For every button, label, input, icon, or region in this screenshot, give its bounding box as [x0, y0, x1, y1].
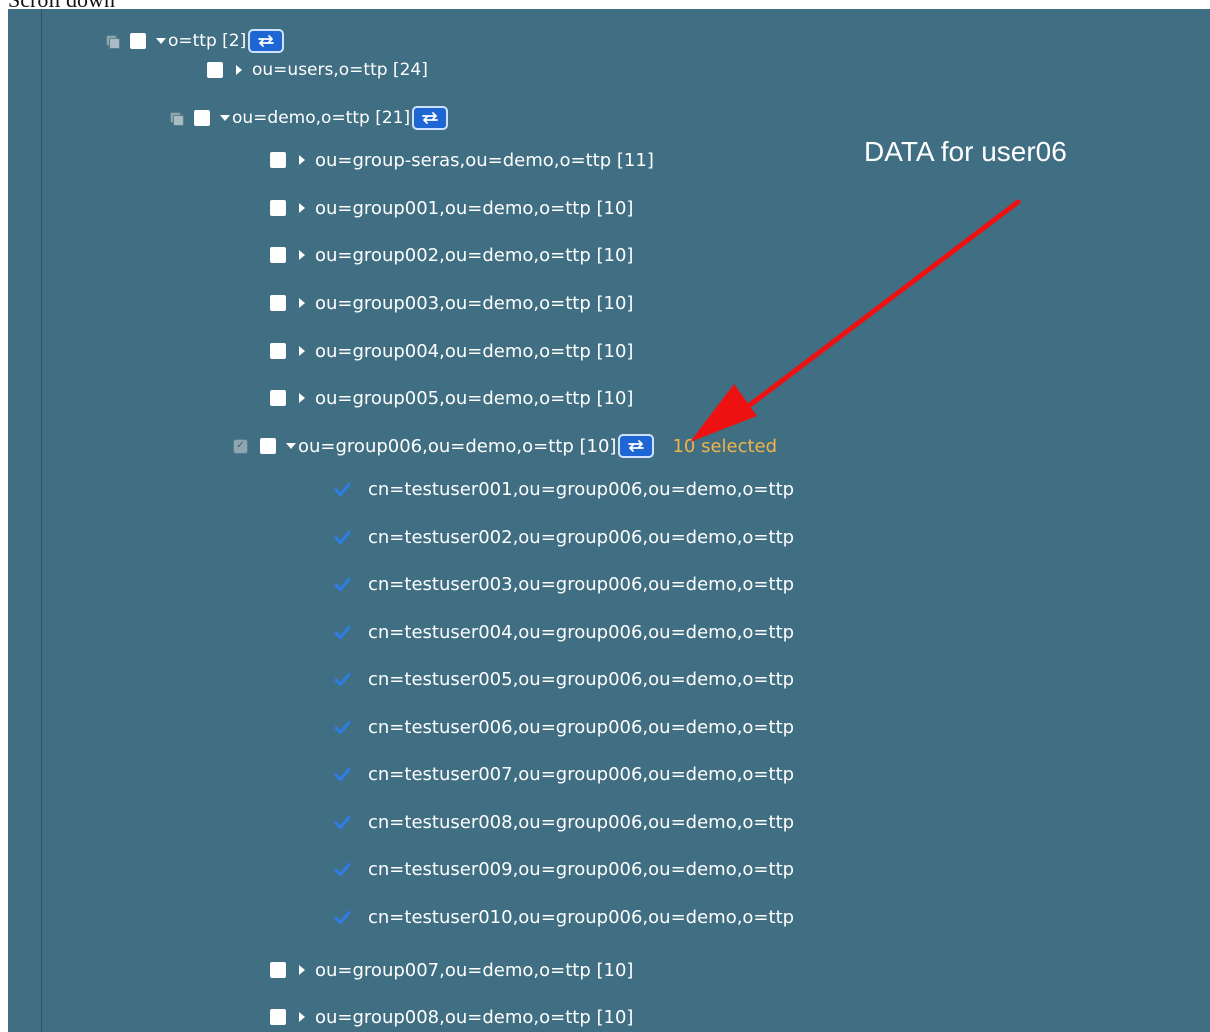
ldap-tree-panel: o=ttp [2] ou=users,o=ttp [24] ou=demo,o=… [8, 9, 1210, 1032]
annotation-arrow-icon [690, 199, 1021, 442]
